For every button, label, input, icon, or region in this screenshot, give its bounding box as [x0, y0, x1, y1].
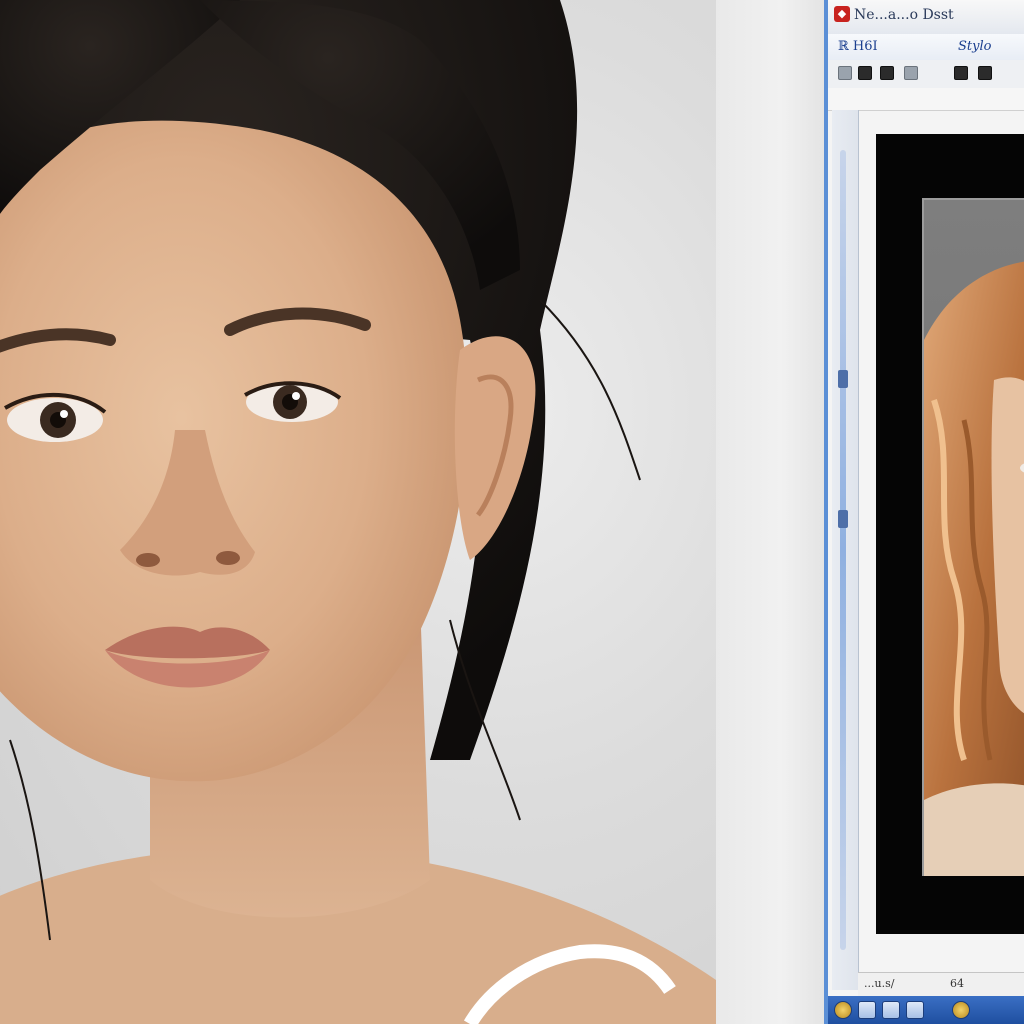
title-bar[interactable]: ◆ Ne...a...o Dsst: [828, 0, 1024, 35]
start-icon[interactable]: [834, 1001, 852, 1019]
side-panel: [832, 110, 859, 990]
app-icon[interactable]: [906, 1001, 924, 1019]
image-canvas[interactable]: [876, 134, 1024, 934]
menu-bar: ℝ H6I Stylo: [828, 34, 1024, 61]
status-text: ...u.s/: [864, 977, 895, 990]
stop-icon[interactable]: [838, 66, 852, 80]
tool-icon[interactable]: [904, 66, 918, 80]
opened-photo: [922, 198, 1024, 876]
background-gap: [716, 0, 824, 1024]
status-bar: ...u.s/ 64: [858, 972, 1024, 997]
options-bar: [828, 88, 1024, 111]
photo-editor-window: ◆ Ne...a...o Dsst ℝ H6I Stylo ...u.s/ 64: [824, 0, 1024, 1024]
list-icon[interactable]: [978, 66, 992, 80]
portrait-photo: [0, 0, 716, 1024]
media-icon[interactable]: [952, 1001, 970, 1019]
scroll-handle[interactable]: [838, 510, 848, 528]
portrait-illustration: [0, 0, 716, 1024]
menu-item-style[interactable]: Stylo: [958, 39, 991, 54]
window-title: Ne...a...o Dsst: [854, 7, 954, 23]
grid-icon[interactable]: [880, 66, 894, 80]
taskbar: [828, 996, 1024, 1024]
folder-icon[interactable]: [858, 1001, 876, 1019]
scroll-rail[interactable]: [840, 150, 846, 950]
browser-icon[interactable]: [882, 1001, 900, 1019]
scroll-handle[interactable]: [838, 370, 848, 388]
menu-item[interactable]: ℝ H6I: [838, 39, 878, 54]
app-icon[interactable]: ◆: [834, 6, 850, 22]
photo-illustration: [924, 261, 1024, 876]
status-zoom: 64: [950, 977, 964, 990]
toolbar: [828, 60, 1024, 89]
image-icon[interactable]: [954, 66, 968, 80]
record-icon[interactable]: [858, 66, 872, 80]
